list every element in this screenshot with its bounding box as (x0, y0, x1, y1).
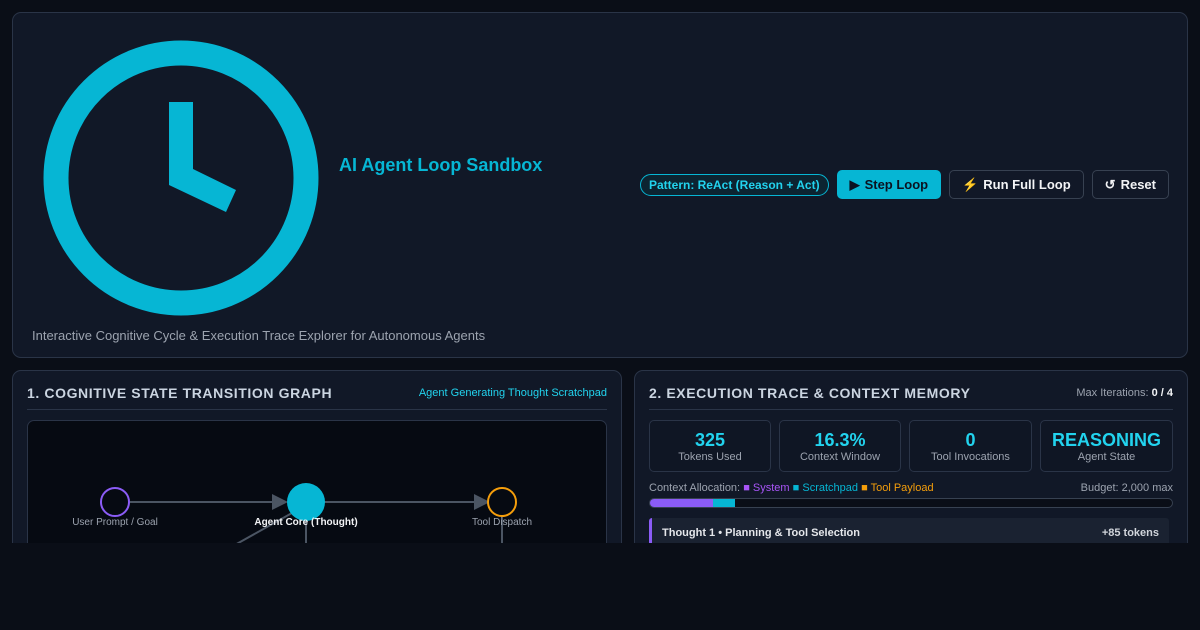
execution-trace-title: 2. EXECUTION TRACE & CONTEXT MEMORY (649, 385, 971, 401)
metric-label: Agent State (1077, 450, 1136, 463)
context-allocation-row: Context Allocation: ■ System ■ Scratchpa… (649, 482, 1173, 494)
toolbar: Pattern: ReAct (Reason + Act) ▶ Step Loo… (639, 170, 1169, 199)
legend-scratchpad-marker: ■ (792, 482, 800, 494)
metric-label: Context Window (799, 450, 881, 463)
metric-card-tokens: 325 Tokens Used (649, 420, 771, 472)
legend-system-marker: ■ (743, 482, 750, 494)
trace-item-title: Thought 1 • Planning & Tool Selection (662, 527, 860, 539)
legend-system: System (752, 482, 790, 494)
metric-value: 16.3% (814, 429, 866, 450)
execution-trace-panel: 2. EXECUTION TRACE & CONTEXT MEMORY Max … (634, 370, 1188, 543)
run-full-loop-button[interactable]: ⚡ Run Full Loop (949, 170, 1084, 199)
app-title: AI Agent Loop Sandbox (339, 155, 543, 175)
run-full-loop-label: Run Full Loop (983, 177, 1071, 192)
pattern-badge[interactable]: Pattern: ReAct (Reason + Act) (639, 173, 829, 196)
state-graph-title: 1. COGNITIVE STATE TRANSITION GRAPH (27, 385, 333, 401)
execution-trace-header: 2. EXECUTION TRACE & CONTEXT MEMORY Max … (649, 385, 1173, 410)
state-graph-header: 1. COGNITIVE STATE TRANSITION GRAPH Agen… (27, 385, 607, 410)
clock-icon (43, 40, 319, 316)
metric-value: 325 (694, 429, 726, 450)
token-budget: Budget: 2,000 max (1080, 482, 1173, 494)
agent-status-text: Agent Generating Thought Scratchpad (418, 387, 607, 399)
metric-label: Tokens Used (678, 450, 742, 463)
legend-scratchpad: Scratchpad (802, 482, 859, 494)
iterations-value: 0 / 4 (1151, 387, 1173, 399)
state-graph-panel: 1. COGNITIVE STATE TRANSITION GRAPH Agen… (12, 370, 622, 543)
iterations-label: Max Iterations: (1076, 387, 1149, 399)
node-agent-core[interactable] (287, 483, 325, 521)
reset-button[interactable]: ↺ Reset (1091, 170, 1169, 199)
legend-tool-payload: Tool Payload (870, 482, 934, 494)
metric-label: Tool Invocations (931, 450, 1010, 463)
reset-label: Reset (1120, 177, 1156, 192)
context-allocation-legend: Context Allocation: ■ System ■ Scratchpa… (649, 482, 934, 494)
node-user-prompt[interactable] (100, 487, 130, 517)
allocation-label: Context Allocation: (649, 482, 741, 494)
app-viewport: AI Agent Loop Sandbox Interactive Cognit… (0, 0, 1200, 543)
metric-card-context: 16.3% Context Window (779, 420, 901, 472)
state-graph-canvas: User Prompt / Goal Agent Core (Thought) … (27, 420, 607, 543)
node-label-core: Agent Core (Thought) (254, 517, 358, 528)
allocation-segment-system (650, 499, 713, 507)
trace-item-tokens: +85 tokens (1101, 527, 1159, 539)
metric-card-state: REASONING Agent State (1040, 420, 1173, 472)
reset-icon: ↺ (1104, 176, 1116, 192)
step-loop-button[interactable]: ▶ Step Loop (836, 170, 942, 199)
metric-card-tools: 0 Tool Invocations (909, 420, 1032, 472)
header-card: AI Agent Loop Sandbox Interactive Cognit… (12, 12, 1188, 358)
legend-tool-marker: ■ (861, 482, 868, 494)
app-subtitle: Interactive Cognitive Cycle & Execution … (32, 328, 486, 343)
node-tool-dispatch[interactable] (487, 487, 517, 517)
node-label-user: User Prompt / Goal (72, 517, 158, 528)
metrics-row: 325 Tokens Used 16.3% Context Window 0 T… (649, 420, 1173, 472)
context-allocation-bar (649, 498, 1173, 508)
node-label-tool: Tool Dispatch (471, 517, 533, 528)
trace-item[interactable]: Thought 1 • Planning & Tool Selection +8… (649, 518, 1169, 543)
step-loop-label: Step Loop (864, 177, 929, 192)
play-icon: ▶ (849, 176, 860, 192)
lightning-icon: ⚡ (962, 176, 979, 192)
metric-value: 0 (965, 429, 976, 450)
metric-value: REASONING (1051, 429, 1161, 450)
allocation-segment-scratchpad (712, 499, 736, 507)
iterations-counter: Max Iterations: 0 / 4 (1076, 387, 1173, 399)
